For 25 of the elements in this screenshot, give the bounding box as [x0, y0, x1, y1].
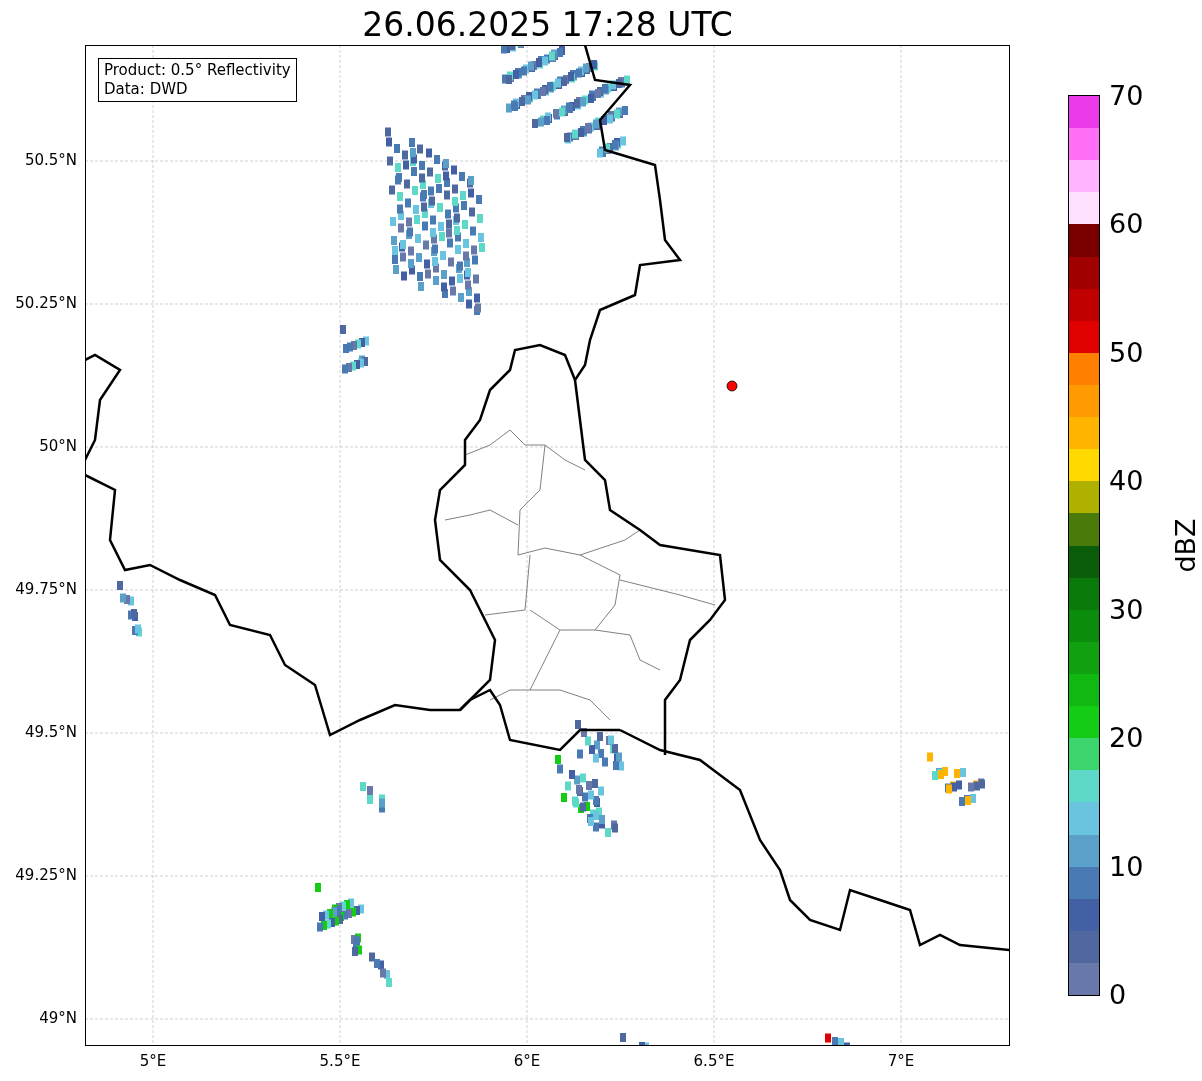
- location-marker: [726, 380, 738, 392]
- longitude-label: 7°E: [887, 1052, 915, 1070]
- colorbar-tick-label: 40: [1109, 465, 1144, 498]
- colorbar-tick-label: 0: [1109, 979, 1127, 1011]
- latitude-label: 50.25°N: [15, 294, 77, 312]
- longitude-label: 6.5°E: [693, 1052, 735, 1070]
- colorbar-label: dBZ: [1169, 518, 1201, 573]
- info-text: Product: 0.5° Reflectivity: [104, 61, 291, 80]
- colorbar-tick-label: 20: [1109, 722, 1144, 755]
- longitude-label: 5°E: [139, 1052, 167, 1070]
- colorbar-tick-label: 60: [1109, 208, 1144, 241]
- longitude-label: 5.5°E: [319, 1052, 361, 1070]
- latitude-label: 49.25°N: [15, 866, 77, 884]
- colorbar-tick-label: 10: [1109, 850, 1144, 883]
- colorbar-tick-label: 30: [1109, 593, 1144, 626]
- longitude-label: 6°E: [513, 1052, 541, 1070]
- latitude-label: 50°N: [39, 437, 77, 455]
- latitude-label: 49°N: [39, 1009, 77, 1027]
- info-text: Data: DWD: [104, 80, 189, 99]
- colorbar-tick-label: 70: [1109, 80, 1144, 112]
- latitude-label: 50.5°N: [24, 151, 77, 169]
- chart-title: 26.06.2025 17:28 UTC: [362, 5, 733, 45]
- colorbar-tick-label: 50: [1109, 336, 1144, 369]
- latitude-label: 49.75°N: [15, 580, 77, 598]
- latitude-label: 49.5°N: [24, 723, 77, 741]
